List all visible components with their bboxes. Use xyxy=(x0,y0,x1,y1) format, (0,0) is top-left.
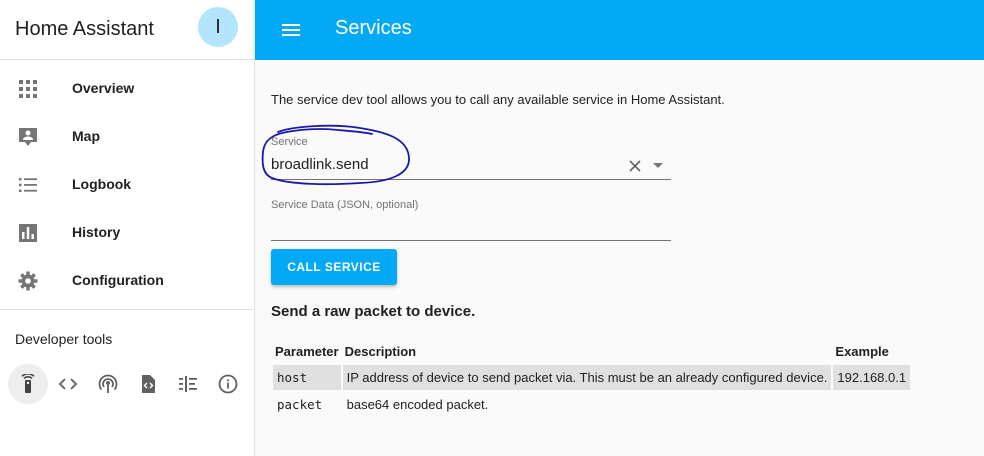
page-title: Services xyxy=(335,17,412,39)
chart-bar-icon xyxy=(19,224,37,242)
code-icon xyxy=(58,378,78,390)
developer-tools-label: Developer tools xyxy=(15,331,113,347)
remote-icon xyxy=(21,374,35,393)
clear-icon[interactable] xyxy=(627,158,643,174)
column-header-description: Description xyxy=(344,344,417,359)
table-row: packet base64 encoded packet. xyxy=(273,392,910,417)
column-header-parameter: Parameter xyxy=(275,344,339,359)
sidebar: Home Assistant I Overview Map Logbook Hi… xyxy=(0,0,255,456)
sidebar-item-label: Map xyxy=(72,128,100,144)
call-service-button[interactable]: CALL SERVICE xyxy=(271,249,397,285)
info-icon xyxy=(218,374,238,394)
sidebar-item-history[interactable]: History xyxy=(0,208,254,256)
sidebar-divider xyxy=(0,309,254,310)
service-description: Send a raw packet to device. xyxy=(271,303,476,320)
parameters-table: Parameter Description Example host IP ad… xyxy=(271,339,912,419)
column-header-example: Example xyxy=(835,344,889,359)
sidebar-header: Home Assistant I xyxy=(0,0,254,60)
developer-tools-bar xyxy=(8,364,248,404)
dev-tool-states-button[interactable] xyxy=(48,364,88,404)
param-name: host xyxy=(273,365,341,390)
sidebar-nav: Overview Map Logbook History Configurati… xyxy=(0,60,254,304)
timeline-icon xyxy=(179,376,197,392)
dev-tool-mqtt-button[interactable] xyxy=(168,364,208,404)
gear-icon xyxy=(18,271,38,291)
sidebar-item-overview[interactable]: Overview xyxy=(0,64,254,112)
menu-icon[interactable] xyxy=(279,18,303,42)
sidebar-item-map[interactable]: Map xyxy=(0,112,254,160)
service-field-label: Service xyxy=(271,136,308,148)
param-description: base64 encoded packet. xyxy=(346,397,489,412)
param-example xyxy=(833,392,910,417)
list-icon xyxy=(19,178,37,192)
sidebar-item-label: Configuration xyxy=(72,272,164,288)
file-code-icon xyxy=(142,375,155,393)
table-row: host IP address of device to send packet… xyxy=(273,365,911,390)
service-input[interactable]: broadlink.send xyxy=(271,156,369,173)
sidebar-item-label: Logbook xyxy=(72,176,132,192)
chevron-down-icon[interactable] xyxy=(653,163,663,168)
dev-tool-info-button[interactable] xyxy=(208,364,248,404)
main-content: The service dev tool allows you to call … xyxy=(255,60,984,456)
app-title: Home Assistant xyxy=(15,18,154,40)
intro-text: The service dev tool allows you to call … xyxy=(271,92,725,107)
avatar[interactable]: I xyxy=(198,7,238,47)
param-name: packet xyxy=(277,397,323,412)
sidebar-item-label: Overview xyxy=(72,80,135,96)
sidebar-item-logbook[interactable]: Logbook xyxy=(0,160,254,208)
service-data-field[interactable]: Service Data (JSON, optional) xyxy=(271,199,671,241)
grid-icon xyxy=(19,80,37,98)
service-field[interactable]: Service broadlink.send xyxy=(271,136,671,180)
broadcast-icon xyxy=(98,374,118,393)
dev-tool-templates-button[interactable] xyxy=(128,364,168,404)
service-data-label: Service Data (JSON, optional) xyxy=(271,199,419,211)
dev-tool-events-button[interactable] xyxy=(88,364,128,404)
param-example: 192.168.0.1 xyxy=(833,365,911,390)
app-toolbar: Services xyxy=(255,0,984,60)
service-data-input[interactable] xyxy=(271,217,671,239)
sidebar-item-configuration[interactable]: Configuration xyxy=(0,256,254,304)
table-header-row: Parameter Description Example xyxy=(273,341,910,363)
map-marker-icon xyxy=(19,128,37,146)
dev-tool-services-button[interactable] xyxy=(8,364,48,404)
sidebar-item-label: History xyxy=(72,224,121,240)
param-description: IP address of device to send packet via.… xyxy=(342,365,832,390)
